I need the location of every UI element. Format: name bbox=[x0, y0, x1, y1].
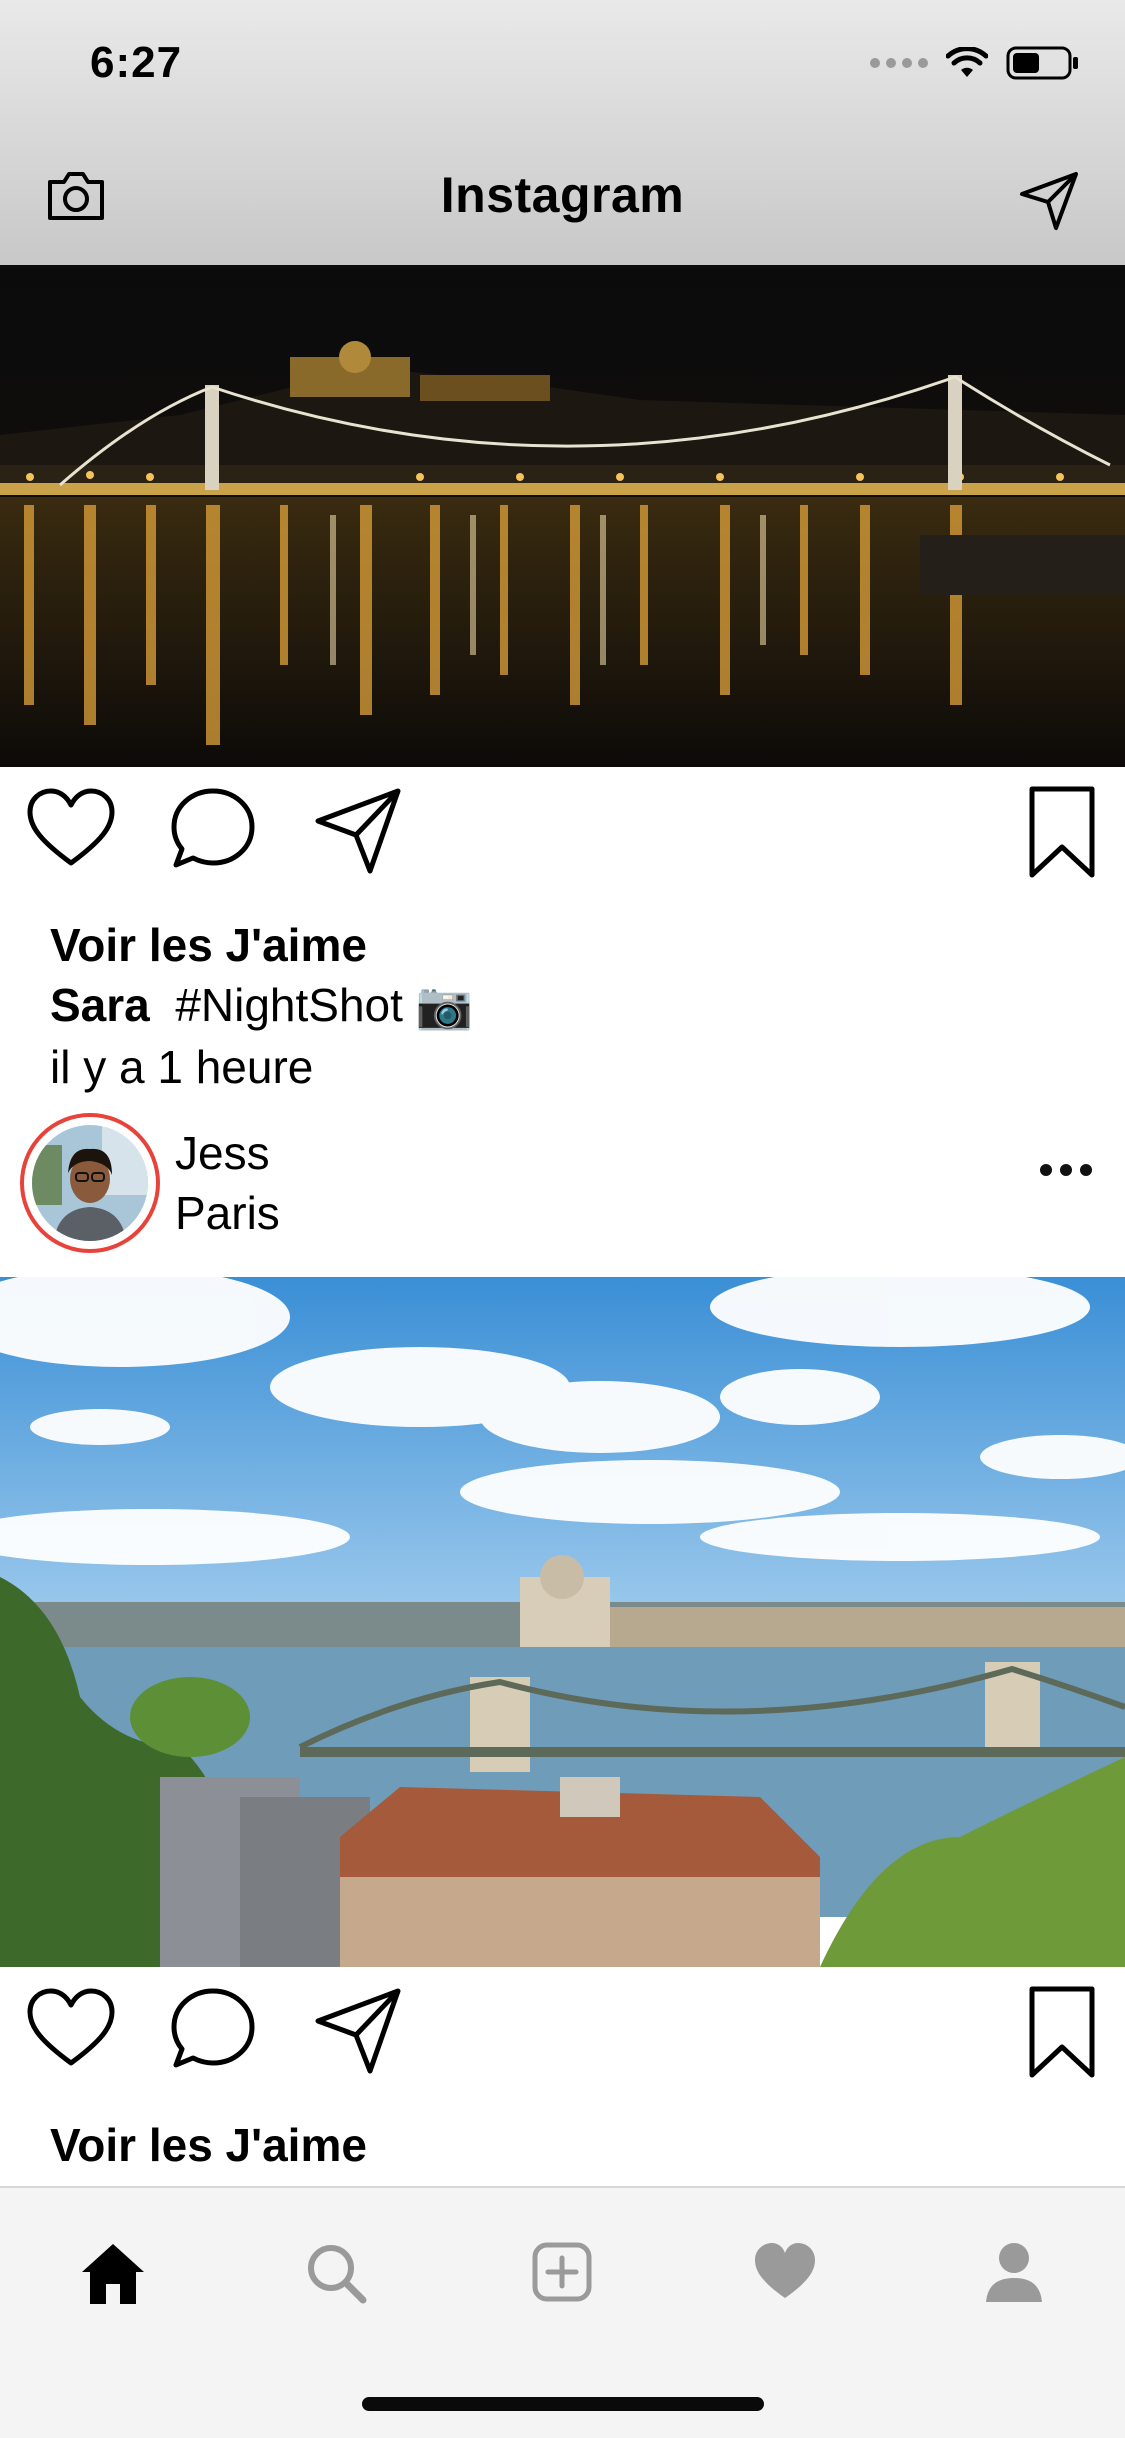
caption-username[interactable]: Sara bbox=[50, 979, 150, 1031]
share-icon[interactable] bbox=[312, 785, 404, 877]
more-options-icon[interactable] bbox=[1040, 1164, 1092, 1176]
post-time: il y a 1 heure bbox=[50, 1041, 314, 1093]
caption-text: #NightShot 📷 bbox=[175, 979, 473, 1031]
app-title: Instagram bbox=[440, 167, 685, 223]
share-icon[interactable] bbox=[312, 1985, 404, 2077]
paper-plane-icon[interactable] bbox=[1018, 168, 1082, 232]
comment-icon[interactable] bbox=[168, 785, 258, 875]
story-ring[interactable] bbox=[20, 1113, 160, 1253]
signal-icon bbox=[870, 58, 928, 68]
wifi-icon bbox=[946, 47, 988, 77]
likes-link[interactable]: Voir les J'aime bbox=[50, 2118, 367, 2172]
post-actions bbox=[0, 1985, 1125, 2095]
comment-icon[interactable] bbox=[168, 1985, 258, 2075]
caption: Sara #NightShot 📷 bbox=[50, 978, 473, 1033]
top-bar: 6:27 Instagram bbox=[0, 0, 1125, 265]
search-icon[interactable] bbox=[303, 2240, 369, 2306]
add-icon[interactable] bbox=[530, 2240, 594, 2304]
battery-icon bbox=[1006, 46, 1078, 80]
post-username[interactable]: Jess bbox=[175, 1126, 270, 1180]
heart-icon[interactable] bbox=[752, 2240, 818, 2302]
post-actions bbox=[0, 785, 1125, 895]
bookmark-icon[interactable] bbox=[1026, 785, 1098, 881]
avatar bbox=[32, 1125, 148, 1241]
post-image[interactable] bbox=[0, 1277, 1125, 1967]
heart-icon[interactable] bbox=[26, 785, 116, 875]
home-indicator bbox=[362, 2397, 764, 2411]
post-location[interactable]: Paris bbox=[175, 1186, 280, 1240]
home-icon[interactable] bbox=[78, 2240, 148, 2306]
profile-icon[interactable] bbox=[984, 2240, 1044, 2304]
bookmark-icon[interactable] bbox=[1026, 1985, 1098, 2081]
status-time: 6:27 bbox=[90, 38, 183, 87]
likes-link[interactable]: Voir les J'aime bbox=[50, 918, 367, 972]
heart-icon[interactable] bbox=[26, 1985, 116, 2075]
status-icons bbox=[870, 46, 1080, 80]
post-image[interactable] bbox=[0, 265, 1125, 767]
